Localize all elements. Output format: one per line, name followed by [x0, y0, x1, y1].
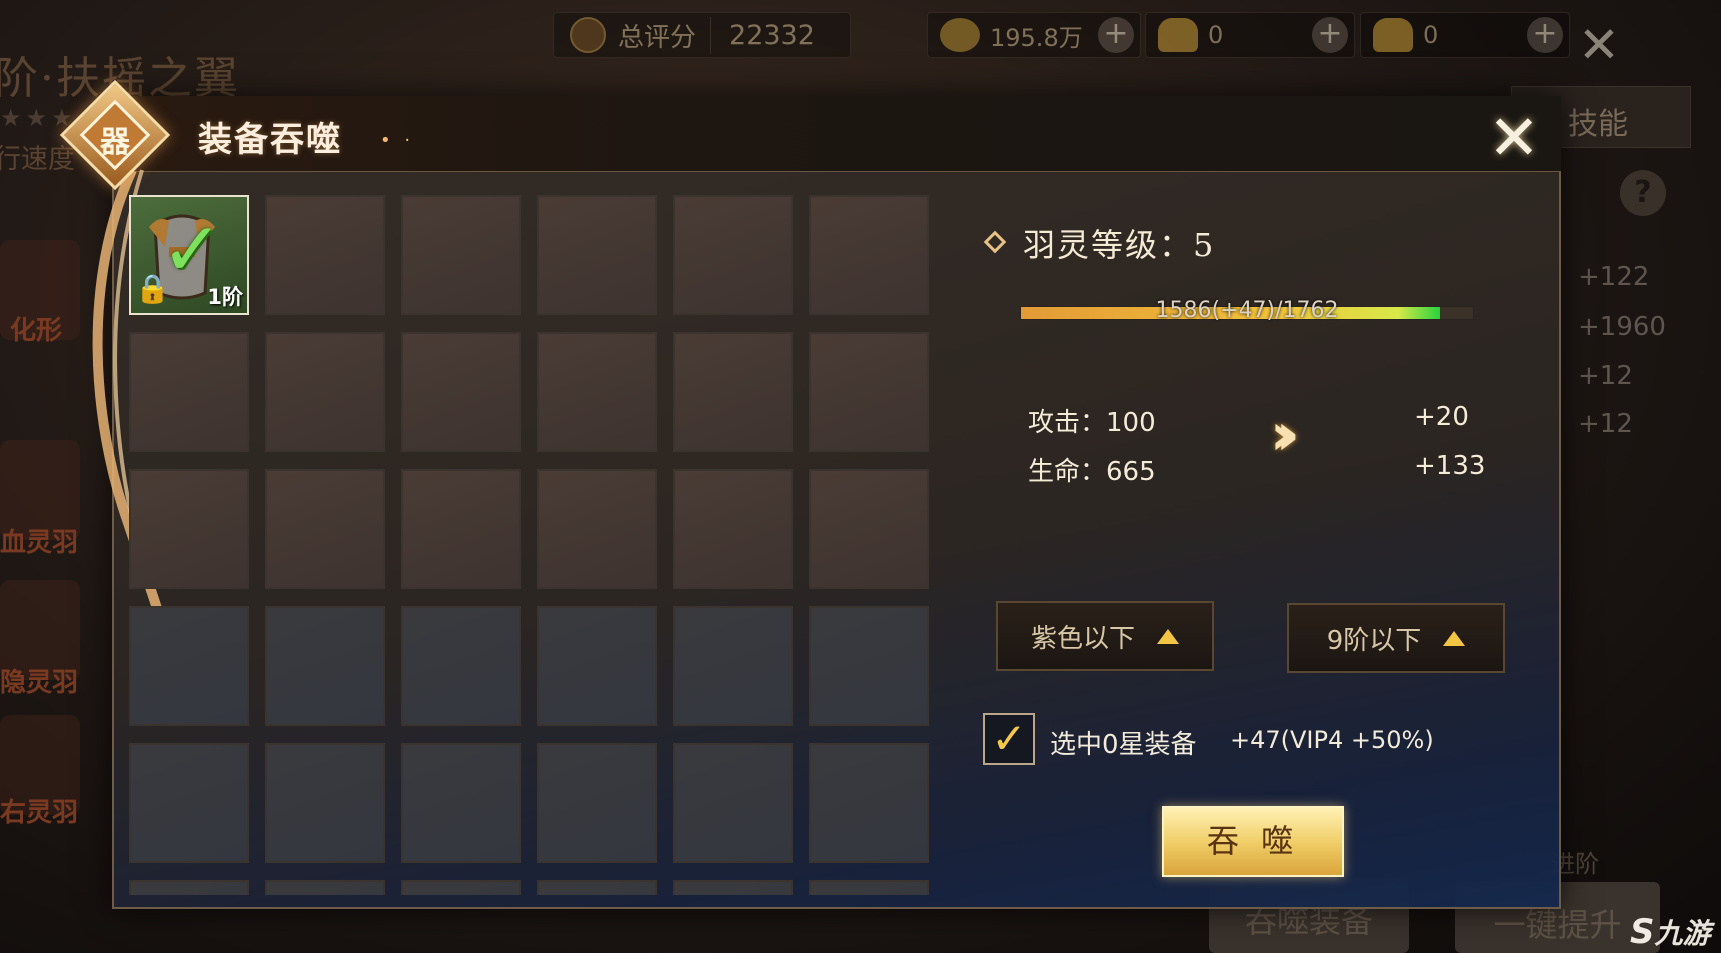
currency-value: 195.8万 — [990, 23, 1083, 52]
speed-label: 行速度 — [0, 144, 75, 175]
side-tab-label: 右灵羽 — [0, 798, 79, 828]
empty-equipment-slot[interactable] — [673, 606, 793, 726]
currency-ingot: 0 + — [1360, 12, 1570, 58]
empty-equipment-slot[interactable] — [809, 469, 929, 589]
empty-equipment-slot[interactable] — [809, 743, 929, 863]
empty-equipment-slot[interactable] — [265, 469, 385, 589]
empty-equipment-slot[interactable] — [809, 332, 929, 452]
empty-equipment-slot[interactable] — [401, 880, 521, 895]
empty-equipment-slot[interactable] — [401, 332, 521, 452]
side-tab-label: 化形 — [10, 316, 63, 346]
quality-filter-dropdown[interactable]: 紫色以下 — [996, 601, 1214, 671]
bg-stat-value: +12 — [1578, 361, 1633, 391]
rank-filter-label: 9阶以下 — [1326, 625, 1422, 656]
selected-check-icon: ✓ — [161, 207, 224, 293]
level-progress-text: 1586(+47)/1762 — [1155, 298, 1339, 323]
empty-equipment-slot[interactable] — [537, 743, 657, 863]
empty-equipment-slot[interactable] — [537, 469, 657, 589]
empty-equipment-slot[interactable] — [129, 880, 249, 895]
empty-equipment-slot[interactable] — [401, 606, 521, 726]
empty-equipment-slot[interactable] — [537, 332, 657, 452]
quality-filter-label: 紫色以下 — [1030, 623, 1135, 654]
equipment-grid: ✓ 🔒 1阶 — [129, 195, 937, 895]
copper-coin-icon — [940, 18, 980, 52]
empty-equipment-slot[interactable] — [129, 469, 249, 589]
empty-equipment-slot[interactable] — [401, 469, 521, 589]
bg-stat-value: +1960 — [1578, 312, 1666, 342]
empty-equipment-slot[interactable] — [265, 606, 385, 726]
empty-equipment-slot[interactable] — [265, 332, 385, 452]
bound-gold-ingot-icon — [1158, 18, 1198, 52]
currency-value: 0 — [1423, 21, 1439, 49]
attack-bonus: +20 — [1414, 402, 1469, 432]
total-score-label: 总评分 — [618, 16, 712, 54]
empty-equipment-slot[interactable] — [537, 880, 657, 895]
empty-equipment-slot[interactable] — [401, 743, 521, 863]
empty-equipment-slot[interactable] — [129, 743, 249, 863]
empty-equipment-slot[interactable] — [673, 195, 793, 315]
empty-equipment-slot[interactable] — [673, 743, 793, 863]
currency-bound-ingot: 0 + — [1145, 12, 1355, 58]
equipment-slot-armor[interactable]: ✓ 🔒 1阶 — [129, 195, 249, 315]
empty-equipment-slot[interactable] — [809, 195, 929, 315]
empty-equipment-slot[interactable] — [265, 880, 385, 895]
dialog-close-button[interactable]: ✕ — [1488, 107, 1540, 169]
empty-equipment-slot[interactable] — [809, 880, 929, 895]
bg-stat-value: +12 — [1578, 409, 1633, 439]
attack-stat: 攻击：100 — [1028, 408, 1156, 438]
total-score-box: 总评分 22332 — [553, 12, 851, 58]
game-screen: 总评分 22332 195.8万 + 0 + 0 + ✕ 阶·扶摇之翼 ★★★★… — [0, 0, 1721, 953]
score-badge-icon — [570, 17, 606, 53]
gold-ingot-icon — [1373, 18, 1413, 52]
add-currency-button[interactable]: + — [1312, 17, 1348, 53]
help-icon[interactable]: ? — [1620, 170, 1666, 216]
item-rank: 1阶 — [207, 285, 243, 309]
empty-equipment-slot[interactable] — [673, 332, 793, 452]
hp-stat: 生命：665 — [1028, 457, 1156, 487]
main-close-button[interactable]: ✕ — [1578, 20, 1620, 70]
triangle-up-icon — [1157, 628, 1179, 644]
empty-equipment-slot[interactable] — [673, 880, 793, 895]
currency-value: 0 — [1208, 21, 1224, 49]
double-arrow-icon: ›› — [1270, 400, 1300, 468]
empty-equipment-slot[interactable] — [537, 606, 657, 726]
side-tab-label: 隐灵羽 — [0, 668, 79, 698]
empty-equipment-slot[interactable] — [401, 195, 521, 315]
empty-equipment-slot[interactable] — [129, 332, 249, 452]
empty-equipment-slot[interactable] — [265, 743, 385, 863]
select-zero-star-label: 选中0星装备 — [1050, 730, 1197, 760]
select-zero-star-checkbox[interactable]: ✓ — [983, 713, 1035, 765]
devour-button[interactable]: 吞 噬 — [1162, 806, 1344, 877]
triangle-up-icon — [1443, 630, 1466, 646]
side-tab-label: 血灵羽 — [0, 528, 79, 558]
feather-spirit-level: 羽灵等级：5 — [1023, 226, 1216, 264]
bg-stat-value: +122 — [1578, 262, 1650, 292]
lock-icon: 🔒 — [135, 272, 170, 305]
empty-equipment-slot[interactable] — [809, 606, 929, 726]
empty-equipment-slot[interactable] — [265, 195, 385, 315]
empty-equipment-slot[interactable] — [673, 469, 793, 589]
empty-equipment-slot[interactable] — [129, 606, 249, 726]
hp-bonus: +133 — [1414, 451, 1486, 481]
emblem-glyph: 器 — [100, 125, 130, 160]
add-currency-button[interactable]: + — [1098, 17, 1134, 53]
total-score-value: 22332 — [729, 19, 815, 51]
add-currency-button[interactable]: + — [1527, 17, 1563, 53]
vip-bonus-text: +47(VIP4 +50%) — [1230, 726, 1434, 754]
watermark-logo: S九游 — [1630, 912, 1711, 952]
rank-filter-dropdown[interactable]: 9阶以下 — [1287, 603, 1505, 673]
dialog-title: 装备吞噬 — [198, 120, 342, 160]
sparkle-decoration: • · — [380, 130, 415, 151]
currency-copper: 195.8万 + — [927, 12, 1141, 58]
empty-equipment-slot[interactable] — [537, 195, 657, 315]
